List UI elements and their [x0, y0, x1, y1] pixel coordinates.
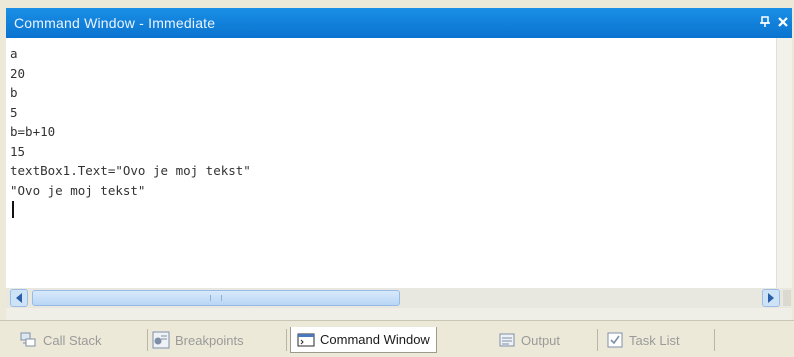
tab-label: Output	[521, 332, 561, 348]
scrollbar-thumb[interactable]	[32, 290, 400, 306]
tab-divider	[147, 329, 148, 351]
console-line: 20	[10, 65, 26, 81]
grip-icon	[210, 295, 222, 301]
console-line: textBox1.Text="Ovo je moj tekst"	[10, 163, 251, 178]
tab-task-list[interactable]: Task List	[606, 327, 680, 353]
output-icon	[498, 331, 516, 349]
command-window-icon	[297, 331, 315, 349]
tab-divider	[597, 329, 598, 351]
window-title: Command Window - Immediate	[14, 15, 216, 31]
console-line: b	[10, 85, 18, 100]
console-line: 5	[10, 104, 18, 120]
console-line: b=b+10	[10, 124, 56, 139]
breakpoints-icon	[152, 331, 170, 349]
tab-output[interactable]: Output	[498, 327, 560, 353]
tool-window-tabs: Call Stack Breakpoints Command Window Ou…	[0, 320, 794, 357]
tab-label: Command Window	[320, 332, 430, 347]
immediate-console[interactable]: a 20 b 5 b=b+10 15 textBox1.Text="Ovo je…	[6, 38, 776, 288]
scrollbar-corner	[783, 290, 791, 306]
arrow-left-icon[interactable]	[10, 289, 28, 307]
close-icon[interactable]	[774, 13, 792, 31]
tab-divider	[286, 329, 287, 351]
tab-label: Task List	[629, 332, 680, 348]
tab-breakpoints[interactable]: Breakpoints	[152, 327, 244, 353]
console-line: a	[10, 46, 18, 61]
window-bottom-edge	[6, 308, 792, 320]
tab-call-stack[interactable]: Call Stack	[20, 327, 102, 353]
console-line: "Ovo je moj tekst"	[10, 182, 146, 198]
pin-icon[interactable]	[756, 13, 774, 31]
command-window: Command Window - Immediate a 20 b 5 b=b+…	[6, 8, 792, 320]
vertical-scrollbar[interactable]	[776, 38, 792, 288]
tab-label: Breakpoints	[175, 332, 244, 348]
window-titlebar[interactable]: Command Window - Immediate	[6, 8, 792, 38]
call-stack-icon	[20, 331, 38, 349]
tab-divider	[714, 329, 715, 351]
task-list-icon	[606, 331, 624, 349]
horizontal-scrollbar[interactable]	[6, 288, 792, 308]
arrow-right-icon[interactable]	[762, 289, 780, 307]
console-line: 15	[10, 143, 26, 159]
text-caret	[12, 201, 14, 218]
tab-command-window[interactable]: Command Window	[290, 327, 437, 353]
tab-label: Call Stack	[43, 332, 102, 348]
